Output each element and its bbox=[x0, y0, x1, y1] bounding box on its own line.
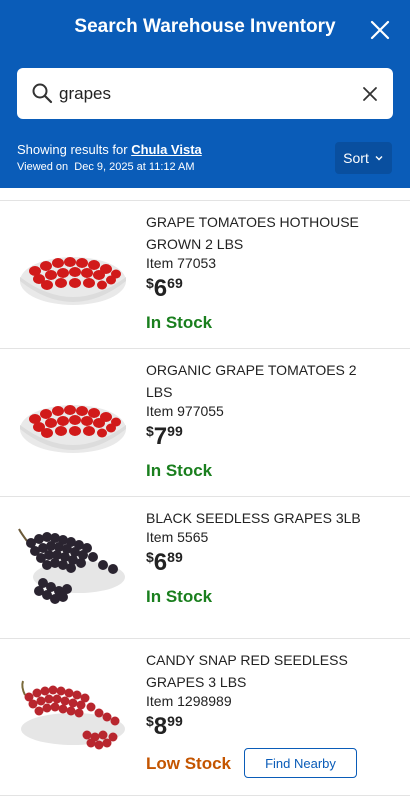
product-row[interactable]: CANDY SNAP RED SEEDLESS GRAPES 3 LBS Ite… bbox=[0, 638, 410, 796]
find-nearby-button[interactable]: Find Nearby bbox=[244, 748, 357, 778]
location-link[interactable]: Chula Vista bbox=[131, 142, 202, 157]
results-info: Showing results for Chula Vista bbox=[17, 142, 202, 157]
price-currency: $ bbox=[146, 423, 154, 439]
item-number: Item 1298989 bbox=[146, 693, 232, 709]
product-name[interactable]: ORGANIC GRAPE TOMATOES 2 LBS bbox=[146, 359, 386, 403]
item-number: Item 77053 bbox=[146, 255, 217, 271]
product-image bbox=[17, 657, 129, 767]
close-icon bbox=[370, 20, 390, 40]
product-image bbox=[17, 367, 129, 477]
product-list: GRAPE TOMATOES HOTHOUSE GROWN 2 LBS Item… bbox=[0, 200, 410, 796]
price-cents: 89 bbox=[167, 549, 183, 565]
search-icon bbox=[32, 83, 53, 104]
close-button[interactable] bbox=[368, 18, 392, 42]
price: $899 bbox=[146, 713, 183, 741]
price-currency: $ bbox=[146, 549, 154, 565]
price-dollars: 7 bbox=[153, 423, 168, 450]
product-name[interactable]: CANDY SNAP RED SEEDLESS GRAPES 3 LBS bbox=[146, 649, 386, 693]
price-cents: 99 bbox=[167, 713, 183, 729]
product-image bbox=[17, 219, 129, 329]
item-number: Item 5565 bbox=[146, 529, 209, 545]
stock-status: Low Stock bbox=[146, 754, 232, 773]
product-name[interactable]: BLACK SEEDLESS GRAPES 3LB bbox=[146, 507, 386, 529]
price-cents: 99 bbox=[167, 423, 183, 439]
product-image bbox=[17, 511, 129, 621]
page-title: Search Warehouse Inventory bbox=[74, 16, 336, 37]
chevron-down-icon bbox=[375, 156, 383, 161]
price: $689 bbox=[146, 549, 183, 577]
stock-status: In Stock bbox=[146, 461, 213, 480]
sort-button[interactable]: Sort bbox=[335, 142, 392, 174]
price-dollars: 6 bbox=[153, 549, 168, 576]
price-currency: $ bbox=[146, 275, 154, 291]
header-bar: Search Warehouse Inventory Showing resul… bbox=[0, 0, 410, 188]
stock-status: In Stock bbox=[146, 587, 213, 606]
price-dollars: 8 bbox=[153, 713, 168, 740]
item-number: Item 977055 bbox=[146, 403, 224, 419]
sort-label: Sort bbox=[343, 150, 369, 166]
clear-search-button[interactable] bbox=[359, 83, 381, 105]
results-prefix: Showing results for bbox=[17, 142, 128, 157]
product-row[interactable]: ORGANIC GRAPE TOMATOES 2 LBS Item 977055… bbox=[0, 348, 410, 496]
price: $669 bbox=[146, 275, 183, 303]
price-cents: 69 bbox=[167, 275, 183, 291]
viewed-info: Viewed on Dec 9, 2025 at 11:12 AM bbox=[17, 161, 195, 173]
stock-status: In Stock bbox=[146, 313, 213, 332]
product-row[interactable]: BLACK SEEDLESS GRAPES 3LB Item 5565 $689… bbox=[0, 496, 410, 638]
price: $799 bbox=[146, 423, 183, 451]
clear-icon bbox=[363, 87, 377, 101]
viewed-prefix: Viewed on bbox=[17, 161, 69, 173]
price-currency: $ bbox=[146, 713, 154, 729]
search-input[interactable] bbox=[59, 68, 349, 119]
product-row[interactable]: GRAPE TOMATOES HOTHOUSE GROWN 2 LBS Item… bbox=[0, 200, 410, 348]
viewed-date: Dec 9, 2025 at 11:12 AM bbox=[74, 161, 195, 173]
price-dollars: 6 bbox=[153, 275, 168, 302]
product-name[interactable]: GRAPE TOMATOES HOTHOUSE GROWN 2 LBS bbox=[146, 211, 386, 255]
search-box bbox=[17, 68, 393, 119]
